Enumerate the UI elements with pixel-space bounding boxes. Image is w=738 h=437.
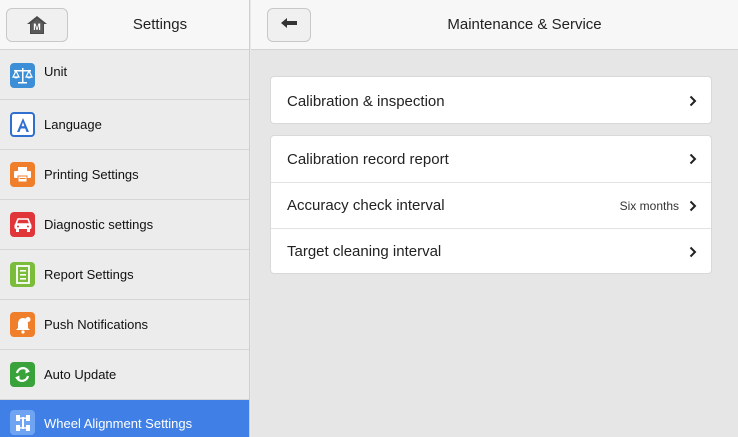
row-label: Target cleaning interval (287, 243, 442, 260)
car-icon (10, 212, 35, 237)
printer-icon (10, 162, 35, 187)
sidebar-item-label: Diagnostic settings (44, 217, 154, 232)
back-arrow-icon (280, 16, 298, 34)
home-icon: M (26, 15, 48, 35)
detail-header: Maintenance & Service (251, 0, 738, 50)
scale-icon (10, 62, 35, 88)
letter-a-icon (10, 112, 35, 137)
sidebar-item-unit[interactable]: Unit (0, 51, 249, 100)
wheel-alignment-icon (10, 410, 35, 435)
row-label: Accuracy check interval (287, 197, 445, 214)
sidebar-item-language[interactable]: Language (0, 100, 249, 150)
sidebar-item-label: Language (44, 117, 102, 132)
sidebar-item-push-notifications[interactable]: Push Notifications (0, 300, 249, 350)
row-value: Six months (619, 198, 679, 213)
calibration-inspection-row[interactable]: Calibration & inspection (271, 77, 711, 125)
target-cleaning-interval-row[interactable]: Target cleaning interval (271, 228, 711, 274)
sidebar-item-auto-update[interactable]: Auto Update (0, 350, 249, 400)
settings-sidebar: M Settings Unit Language Printing Settin… (0, 0, 250, 437)
chevron-right-icon (687, 199, 699, 213)
sidebar-item-diagnostic-settings[interactable]: Diagnostic settings (0, 200, 249, 250)
sidebar-header: M Settings (0, 0, 249, 50)
document-icon (10, 262, 35, 287)
detail-panel: Maintenance & Service Calibration & insp… (251, 0, 738, 437)
sidebar-item-wheel-alignment-settings[interactable]: Wheel Alignment Settings (0, 400, 249, 437)
sidebar-item-label: Printing Settings (44, 167, 139, 182)
accuracy-check-interval-row[interactable]: Accuracy check interval Six months (271, 182, 711, 228)
sidebar-item-label: Report Settings (44, 267, 134, 282)
chevron-right-icon (687, 94, 699, 108)
bell-icon (10, 312, 35, 337)
back-button[interactable] (267, 8, 311, 42)
page-title: Maintenance & Service (447, 16, 602, 33)
home-icon-letter: M (33, 22, 41, 32)
settings-menu: Unit Language Printing Settings Diagnost… (0, 51, 249, 437)
row-label: Calibration & inspection (287, 92, 445, 110)
sidebar-item-report-settings[interactable]: Report Settings (0, 250, 249, 300)
sidebar-item-printing-settings[interactable]: Printing Settings (0, 150, 249, 200)
settings-card: Calibration record report Accuracy check… (270, 135, 712, 274)
chevron-right-icon (687, 245, 699, 259)
refresh-icon (10, 362, 35, 387)
calibration-record-report-row[interactable]: Calibration record report (271, 136, 711, 182)
sidebar-item-label: Auto Update (44, 367, 117, 382)
chevron-right-icon (687, 152, 699, 166)
sidebar-title: Settings (132, 16, 188, 33)
row-label: Calibration record report (287, 150, 449, 168)
home-button[interactable]: M (6, 8, 68, 42)
settings-card: Calibration & inspection (270, 76, 712, 124)
sidebar-item-label: Unit (44, 63, 68, 79)
sidebar-item-label: Wheel Alignment Settings (44, 416, 193, 431)
sidebar-item-label: Push Notifications (44, 317, 149, 332)
